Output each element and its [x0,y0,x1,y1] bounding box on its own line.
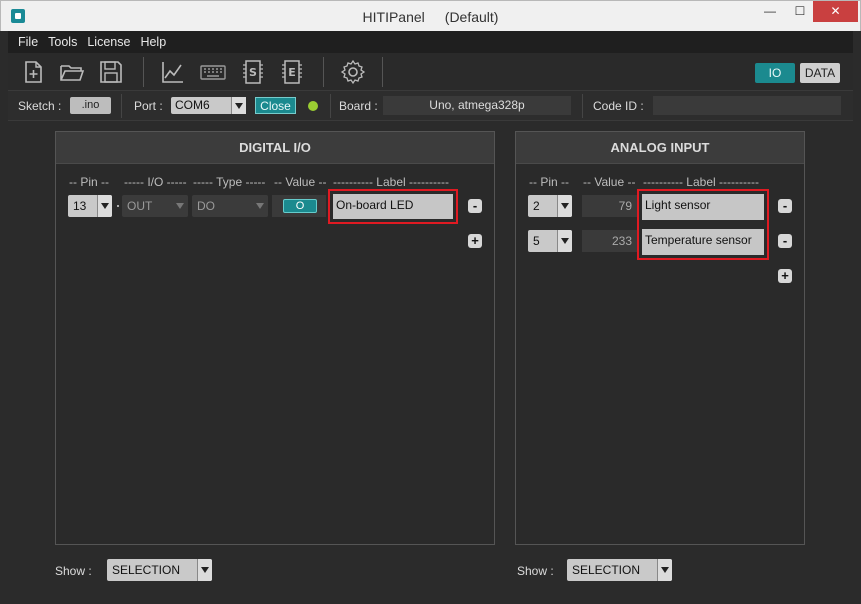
code-id-field [653,96,841,115]
analog-show-label: Show : [517,564,554,578]
keyboard-icon[interactable] [200,59,226,85]
analog-show-value: SELECTION [572,563,641,577]
chart-icon[interactable] [160,59,186,85]
analog-pin-select[interactable]: 2 [528,195,572,217]
sketch-label: Sketch : [18,99,62,113]
digital-type-header: ----- Type ----- [193,175,266,189]
row-dot [117,205,119,207]
chevron-down-icon [231,97,246,114]
analog-remove-row-button[interactable]: - [778,234,792,248]
analog-show-select[interactable]: SELECTION [567,559,672,581]
open-folder-icon[interactable] [59,59,85,85]
board-value: Uno, atmega328p [383,96,571,115]
analog-pin-select[interactable]: 5 [528,230,572,252]
sketch-ino-button[interactable]: .ino [70,97,111,114]
window-subtitle: (Default) [444,9,499,25]
chevron-down-icon [173,195,188,217]
analog-value-readout: 233 [582,230,637,252]
analog-input-title: ANALOG INPUT [516,132,804,164]
chevron-down-icon [197,559,212,581]
menu-bar: File Tools License Help [8,31,853,53]
chevron-down-icon [657,559,672,581]
menu-tools[interactable]: Tools [43,31,82,49]
digital-show-label: Show : [55,564,92,578]
main-content: DIGITAL I/O -- Pin -- ----- I/O ----- --… [8,121,853,596]
serial-s-icon[interactable]: S [240,59,266,85]
analog-value-header: -- Value -- [583,175,636,189]
digital-show-value: SELECTION [112,563,181,577]
eeprom-e-icon[interactable]: E [279,59,305,85]
menu-help[interactable]: Help [135,31,171,49]
digital-show-select[interactable]: SELECTION [107,559,212,581]
analog-input-panel: ANALOG INPUT -- Pin -- -- Value -- -----… [515,131,805,545]
settings-gear-icon[interactable] [340,59,366,85]
menu-license[interactable]: License [82,31,135,49]
minimize-button[interactable]: — [756,1,784,22]
analog-label-field[interactable]: Light sensor [642,194,764,220]
maximize-button[interactable]: ☐ [786,1,814,22]
svg-text:S: S [249,66,257,79]
port-label: Port : [134,99,163,113]
toolbar-separator [382,57,383,87]
data-mode-button[interactable]: DATA [800,63,840,83]
io-mode-button[interactable]: IO [755,63,795,83]
digital-label-field[interactable]: On-board LED [333,194,453,219]
new-file-icon[interactable] [20,59,46,85]
digital-label-header: ---------- Label ---------- [333,175,449,189]
digital-io-title: DIGITAL I/O [56,132,494,164]
digital-label-highlight: On-board LED [328,189,458,224]
divider [582,94,583,118]
analog-add-row-button[interactable]: + [778,269,792,283]
svg-text:E: E [288,66,296,79]
window-title: HITIPanel (Default) [1,9,860,25]
divider [121,94,122,118]
chevron-down-icon [253,195,268,217]
window-title-text: HITIPanel [362,9,425,25]
digital-io-value: OUT [127,199,153,213]
connection-bar: Sketch : .ino Port : COM6 Close Board : … [8,91,853,121]
chevron-down-icon [97,195,112,217]
window-close-button[interactable]: ✕ [813,1,858,22]
digital-pin-header: -- Pin -- [69,175,109,189]
code-id-label: Code ID : [593,99,644,113]
digital-value-toggle[interactable]: O [283,199,317,213]
digital-io-panel: DIGITAL I/O -- Pin -- ----- I/O ----- --… [55,131,495,545]
connection-status-led [308,101,318,111]
chevron-down-icon [557,195,572,217]
close-port-button[interactable]: Close [255,97,296,114]
divider [330,94,331,118]
digital-add-row-button[interactable]: + [468,234,482,248]
toolbar: S E IO DATA [8,53,853,91]
digital-io-header: ----- I/O ----- [124,175,187,189]
digital-remove-row-button[interactable]: - [468,199,482,213]
digital-io-select[interactable]: OUT [122,195,188,217]
digital-pin-select[interactable]: 13 [68,195,112,217]
analog-label-highlight: Light sensor Temperature sensor [637,189,769,260]
title-bar: HITIPanel (Default) — ☐ ✕ [0,0,861,31]
toolbar-separator [143,57,144,87]
toolbar-separator [323,57,324,87]
port-select[interactable]: COM6 [171,97,246,114]
save-icon[interactable] [98,59,124,85]
analog-remove-row-button[interactable]: - [778,199,792,213]
analog-label-field[interactable]: Temperature sensor [642,229,764,255]
digital-pin-value: 13 [73,199,87,213]
analog-pin-value: 2 [533,199,540,213]
analog-pin-header: -- Pin -- [529,175,569,189]
analog-pin-value: 5 [533,234,540,248]
digital-type-select[interactable]: DO [192,195,268,217]
analog-label-header: ---------- Label ---------- [643,175,759,189]
port-select-value: COM6 [175,98,210,112]
chevron-down-icon [557,230,572,252]
digital-value-header: -- Value -- [274,175,327,189]
menu-file[interactable]: File [8,31,43,49]
board-label: Board : [339,99,378,113]
digital-type-value: DO [197,199,215,213]
analog-value-readout: 79 [582,195,637,217]
